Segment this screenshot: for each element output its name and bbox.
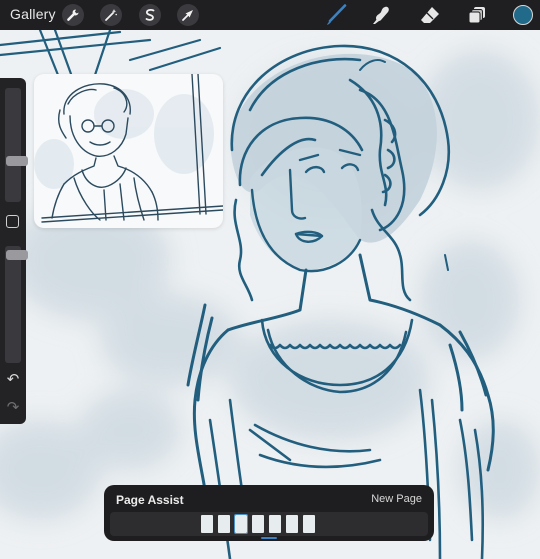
page-thumbnail[interactable] (286, 515, 298, 533)
redo-icon[interactable]: ↷ (4, 400, 22, 416)
selection-icon[interactable] (139, 4, 161, 26)
wrench-icon[interactable] (62, 4, 84, 26)
reference-window[interactable] (34, 74, 223, 228)
color-picker-button[interactable] (513, 5, 533, 25)
brush-icon[interactable] (324, 3, 348, 27)
eraser-icon[interactable] (418, 3, 442, 27)
brush-size-slider[interactable] (5, 88, 28, 202)
page-thumbnail[interactable] (218, 515, 230, 533)
top-toolbar: Gallery (0, 0, 540, 30)
page-assist-title: Page Assist (116, 493, 184, 507)
magic-wand-icon[interactable] (100, 4, 122, 26)
smudge-icon[interactable] (370, 3, 394, 27)
page-thumbnail[interactable] (234, 514, 248, 534)
page-thumbnail[interactable] (252, 515, 264, 533)
page-thumbnail[interactable] (201, 515, 213, 533)
left-sidebar: ↶ ↷ (0, 78, 28, 424)
undo-icon[interactable]: ↶ (4, 372, 22, 388)
new-page-button[interactable]: New Page (371, 493, 422, 505)
modify-button[interactable] (6, 215, 19, 228)
brush-opacity-thumb[interactable] (6, 250, 28, 260)
current-page-indicator (261, 537, 277, 539)
transform-arrow-icon[interactable] (177, 4, 199, 26)
page-thumbnail[interactable] (303, 515, 315, 533)
brush-opacity-slider[interactable] (5, 246, 28, 363)
page-thumbnail[interactable] (269, 515, 281, 533)
page-assist-panel: Page Assist New Page (104, 485, 434, 541)
layers-icon[interactable] (465, 3, 489, 27)
reference-sketch (34, 74, 223, 223)
gallery-button[interactable]: Gallery (10, 6, 56, 22)
brush-size-thumb[interactable] (6, 156, 28, 166)
page-thumbnail-strip[interactable] (110, 512, 428, 536)
